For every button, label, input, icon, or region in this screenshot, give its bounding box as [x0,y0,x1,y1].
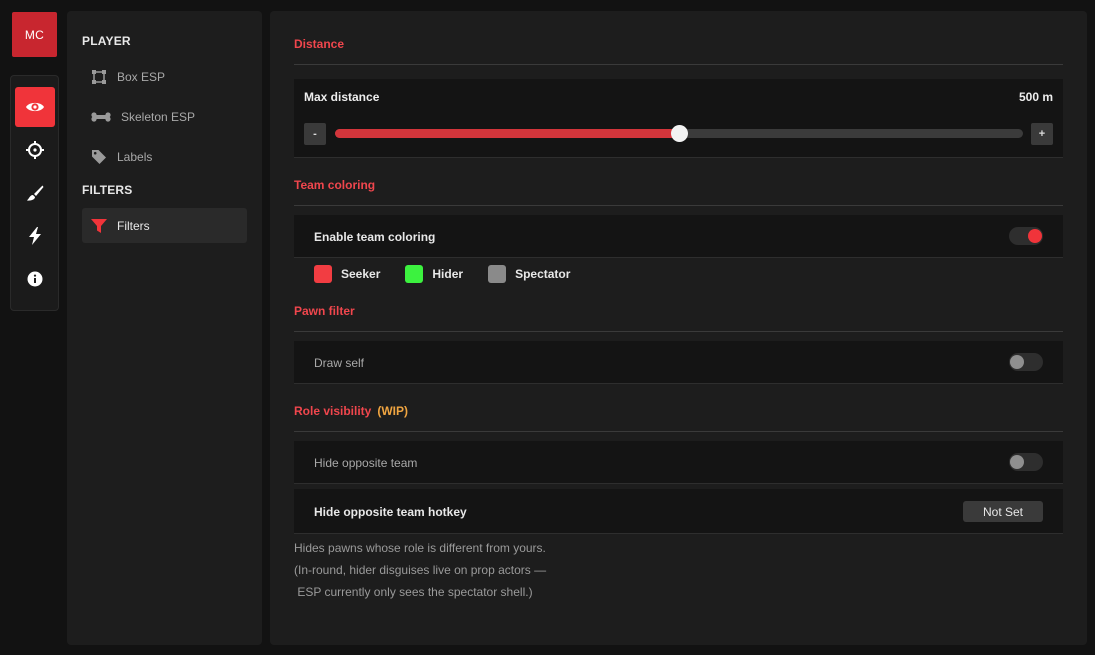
hide-opposite-team-label: Hide opposite team [314,456,418,470]
nav-aim-button[interactable] [15,130,55,170]
sub-navigation: PLAYER Box ESP Skeleton ESP Labels FILTE… [67,11,262,645]
toggle-knob [1028,229,1042,243]
toggle-knob [1010,455,1024,469]
hide-opposite-team-toggle[interactable] [1009,453,1043,471]
distance-decrement-button[interactable]: - [304,123,326,145]
subnav-item-filters[interactable]: Filters [82,208,247,243]
subnav-item-label: Filters [117,218,150,233]
nav-misc-button[interactable] [15,216,55,256]
app-logo: MC [12,12,57,57]
seeker-color-label: Seeker [341,267,381,281]
section-title-role-visibility: Role visibility (WIP) [294,404,408,418]
help-text-line: Hides pawns whose role is different from… [294,541,546,555]
subnav-item-label: Box ESP [117,69,166,84]
max-distance-row: Max distance 500 m - + [294,79,1063,158]
subnav-item-label: Labels [117,149,153,164]
brush-icon [27,185,44,201]
team-color-swatches: Seeker Hider Spectator [314,264,595,284]
help-text-line: ESP currently only sees the spectator sh… [294,585,533,599]
info-icon [27,271,43,287]
section-title-distance: Distance [294,37,345,51]
subnav-item-label: Skeleton ESP [121,109,196,124]
hider-color-label: Hider [432,267,464,281]
seeker-color-swatch[interactable] [314,265,332,283]
enable-team-coloring-label: Enable team coloring [314,230,436,244]
subnav-item-labels[interactable]: Labels [82,139,247,174]
spectator-color[interactable]: Spectator [488,265,570,283]
distance-slider-track[interactable] [335,125,1023,142]
section-title-team-coloring: Team coloring [294,178,376,192]
bone-icon [90,111,112,122]
toggle-knob [1010,355,1024,369]
divider [294,64,1063,65]
draw-self-row: Draw self [294,341,1063,384]
icon-rail [10,75,59,311]
eye-icon [26,102,44,112]
spectator-color-swatch[interactable] [488,265,507,283]
seeker-color[interactable]: Seeker [314,265,380,283]
distance-increment-button[interactable]: + [1031,123,1053,145]
lightning-icon [29,227,41,245]
logo-text: MC [24,27,45,42]
spectator-color-label: Spectator [515,267,571,281]
help-text-line: (In-round, hider disguises live on prop … [294,563,547,577]
nav-info-button[interactable] [15,259,55,299]
player-heading: PLAYER [82,34,131,48]
hider-color-swatch[interactable] [405,265,424,283]
funnel-icon [90,218,108,233]
hider-color[interactable]: Hider [405,265,463,283]
distance-slider-fill [335,129,679,138]
crosshair-icon [26,141,44,159]
subnav-item-skeleton-esp[interactable]: Skeleton ESP [82,99,247,134]
enable-team-coloring-toggle[interactable] [1009,227,1043,245]
hotkey-bind-button[interactable]: Not Set [963,501,1043,522]
box-icon [90,69,108,84]
role-visibility-title: Role visibility [294,404,372,418]
max-distance-label: Max distance [304,90,380,104]
nav-visuals-button[interactable] [15,87,55,127]
draw-self-label: Draw self [314,356,365,370]
draw-self-toggle[interactable] [1009,353,1043,371]
hide-opposite-team-hotkey-label: Hide opposite team hotkey [314,505,467,519]
filters-heading: FILTERS [82,183,133,197]
nav-colors-button[interactable] [15,173,55,213]
max-distance-value: 500 m [1018,90,1053,104]
hide-opposite-team-row: Hide opposite team [294,441,1063,484]
divider [294,205,1063,206]
distance-slider-thumb[interactable] [671,125,688,142]
section-title-pawn-filter: Pawn filter [294,304,355,318]
hide-opposite-team-hotkey-row: Hide opposite team hotkey Not Set [294,489,1063,534]
subnav-item-box-esp[interactable]: Box ESP [82,59,247,94]
divider [294,431,1063,432]
settings-panel: Distance Max distance 500 m - + Team col… [270,11,1087,645]
tag-icon [90,149,108,164]
wip-tag: (WIP) [377,404,409,418]
divider [294,331,1063,332]
enable-team-coloring-row: Enable team coloring [294,215,1063,258]
